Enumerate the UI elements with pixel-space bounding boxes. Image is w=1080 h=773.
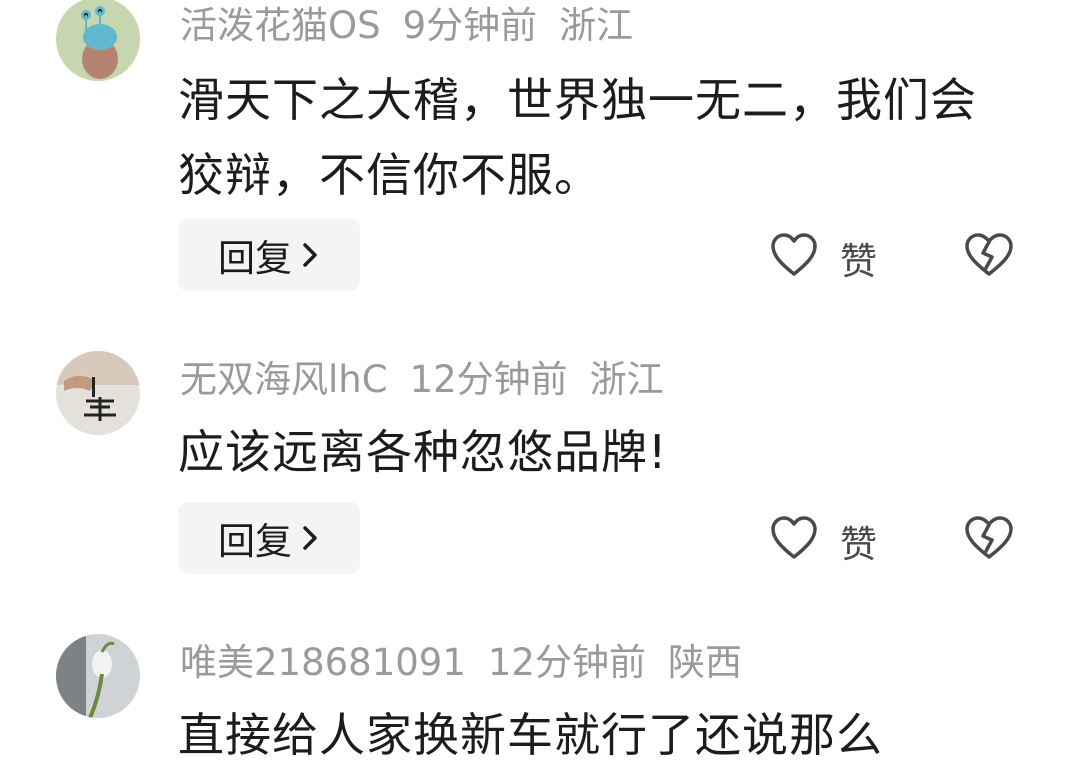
chevron-right-icon [300, 523, 320, 553]
comment-text: 应该远离各种忽悠品牌! [178, 425, 668, 479]
comment-meta: 活泼花猫OS 9分钟前 浙江 [180, 4, 655, 48]
timestamp: 12分钟前 [487, 641, 646, 684]
username[interactable]: 唯美218681091 [180, 641, 466, 684]
reply-label: 回复 [218, 520, 292, 563]
heart-outline-icon[interactable] [770, 515, 818, 561]
broken-heart-icon[interactable] [964, 515, 1014, 561]
reply-button[interactable]: 回复 [178, 219, 360, 291]
comment-meta: 无双海风lhC 12分钟前 浙江 [180, 358, 686, 402]
timestamp: 9分钟前 [402, 4, 538, 47]
like-label[interactable]: 赞 [840, 514, 877, 568]
avatar[interactable] [56, 0, 140, 81]
comment-text: 滑天下之大稽，世界独一无二，我们会狡辩，不信你不服。 [178, 73, 977, 202]
avatar-image [56, 0, 140, 81]
timestamp: 12分钟前 [409, 358, 568, 401]
broken-heart-icon[interactable] [964, 232, 1014, 278]
chevron-right-icon [300, 240, 320, 270]
avatar-image [56, 351, 140, 435]
location: 浙江 [559, 4, 634, 47]
comment-meta: 唯美218681091 12分钟前 陕西 [180, 641, 764, 685]
reply-label: 回复 [218, 237, 292, 280]
username[interactable]: 活泼花猫OS [180, 4, 381, 47]
avatar[interactable] [56, 634, 140, 718]
location: 浙江 [589, 358, 664, 401]
like-label[interactable]: 赞 [840, 231, 877, 285]
avatar-image [56, 634, 140, 718]
comment-text: 直接给人家换新车就行了还说那么 [178, 708, 883, 762]
reply-button[interactable]: 回复 [178, 502, 360, 574]
location: 陕西 [667, 641, 742, 684]
avatar[interactable] [56, 351, 140, 435]
heart-outline-icon[interactable] [770, 232, 818, 278]
username[interactable]: 无双海风lhC [180, 358, 388, 401]
